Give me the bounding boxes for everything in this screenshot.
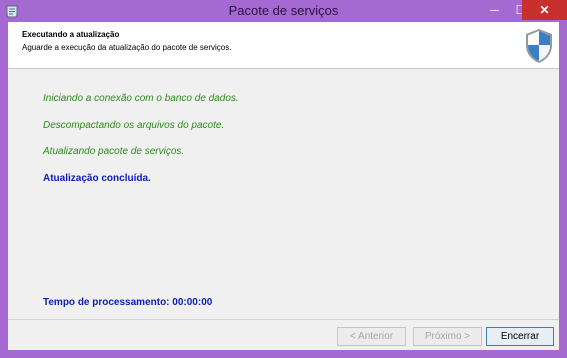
next-button[interactable]: Próximo > xyxy=(413,327,482,346)
processing-time: Tempo de processamento: 00:00:00 xyxy=(43,297,212,308)
title-bar[interactable]: Pacote de serviços ─ ☐ ✕ xyxy=(0,0,567,22)
close-window-button[interactable]: ✕ xyxy=(522,0,567,20)
wizard-client-area: Executando a atualização Aguarde a execu… xyxy=(8,22,559,350)
wizard-header: Executando a atualização Aguarde a execu… xyxy=(8,22,559,69)
app-window: Pacote de serviços ─ ☐ ✕ Executando a at… xyxy=(0,0,567,358)
processing-time-value: 00:00:00 xyxy=(172,297,213,308)
processing-time-label: Tempo de processamento: xyxy=(43,297,170,308)
step-connecting: Iniciando a conexão com o banco de dados… xyxy=(43,93,239,104)
minimize-button[interactable]: ─ xyxy=(481,0,508,20)
step-updating: Atualizando pacote de serviços. xyxy=(43,146,185,157)
shield-icon xyxy=(526,29,552,63)
step-unpacking: Descompactando os arquivos do pacote. xyxy=(43,120,225,131)
minimize-icon: ─ xyxy=(490,3,499,17)
close-icon: ✕ xyxy=(539,3,550,17)
status-done: Atualização concluída. xyxy=(43,173,151,184)
footer-divider xyxy=(8,319,559,320)
back-button[interactable]: < Anterior xyxy=(337,327,406,346)
header-subtitle: Aguarde a execução da atualização do pac… xyxy=(22,43,232,52)
finish-button[interactable]: Encerrar xyxy=(486,327,554,346)
header-title: Executando a atualização xyxy=(22,30,120,39)
